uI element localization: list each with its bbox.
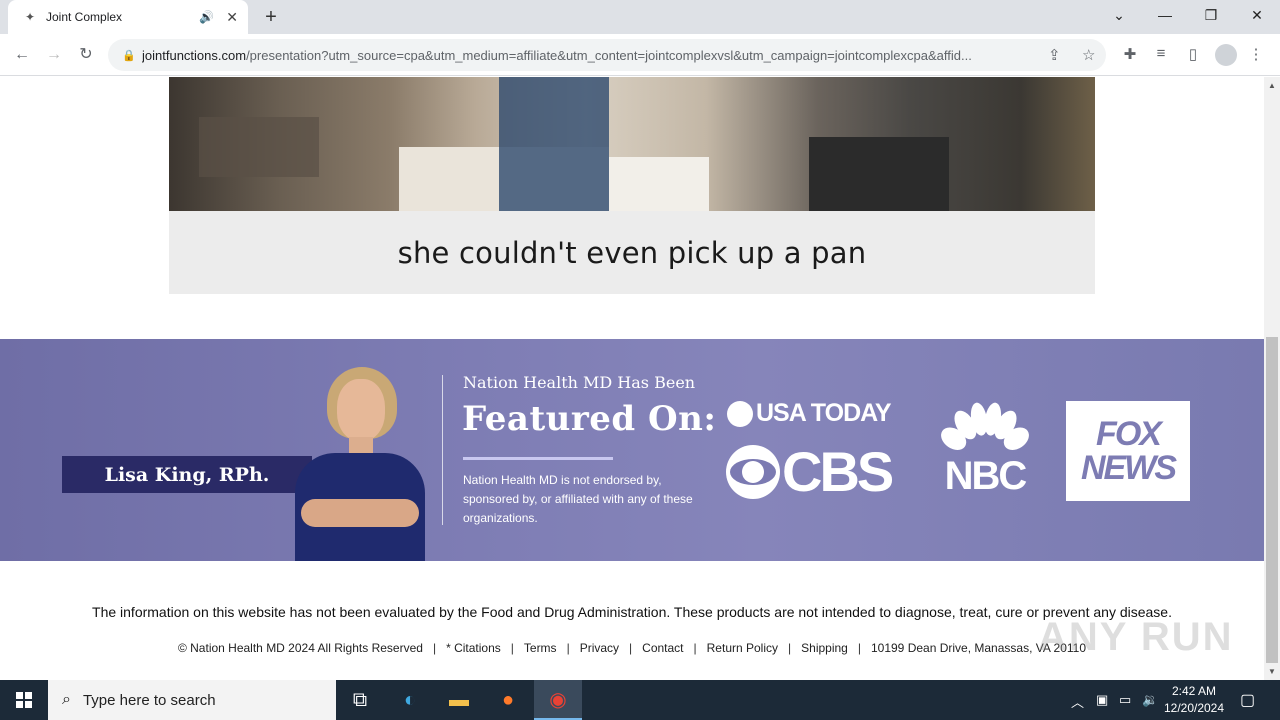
address-bar[interactable]: 🔒 jointfunctions.com/presentation?utm_so…: [108, 39, 1106, 71]
featured-pre-heading: Nation Health MD Has Been: [463, 373, 696, 392]
share-icon[interactable]: ⇪: [1048, 46, 1061, 64]
footer-link-terms[interactable]: Terms: [524, 641, 557, 655]
heading-underline: [463, 457, 613, 460]
edge-browser-icon[interactable]: ◐: [386, 680, 434, 720]
firefox-icon[interactable]: ●: [484, 680, 532, 720]
scene-shape: [609, 157, 709, 211]
footer-link-privacy[interactable]: Privacy: [580, 641, 619, 655]
featured-on-banner: Lisa King, RPh. Nation Health MD Has Bee…: [0, 339, 1264, 561]
footer-link-contact[interactable]: Contact: [642, 641, 683, 655]
scene-shape: [199, 117, 319, 177]
cbs-eye-icon: [726, 445, 780, 499]
task-view-icon[interactable]: ⧉: [336, 680, 384, 720]
start-button[interactable]: [0, 680, 48, 720]
back-arrow-icon[interactable]: ←: [10, 43, 34, 67]
side-panel-icon[interactable]: ▯: [1183, 45, 1203, 63]
forward-arrow-icon[interactable]: →: [42, 43, 66, 67]
separator: |: [693, 641, 697, 655]
minimize-button[interactable]: —: [1142, 0, 1188, 30]
separator: |: [432, 641, 437, 655]
video-caption-bar: she couldn't even pick up a pan: [169, 211, 1095, 294]
taskbar-search-box[interactable]: ⌕ Type here to search: [48, 680, 336, 720]
scene-shape: [809, 137, 949, 211]
tab-joint-complex[interactable]: ✦ Joint Complex 🔊 ✕: [8, 0, 248, 34]
search-icon: ⌕: [62, 691, 71, 708]
scrollbar-thumb[interactable]: [1266, 337, 1278, 663]
nbc-logo: NBC: [935, 399, 1035, 498]
cbs-logo: CBS: [726, 440, 894, 503]
copyright-text: © Nation Health MD 2024 All Rights Reser…: [177, 641, 423, 655]
scene-shape: [499, 77, 609, 211]
scroll-down-arrow-icon[interactable]: ▼: [1268, 667, 1276, 676]
clock-time: 2:42 AM: [1171, 684, 1217, 698]
photo-shape: [301, 499, 419, 527]
windows-logo-icon: [16, 692, 32, 708]
tab-search-icon[interactable]: ⌄: [1096, 0, 1142, 30]
file-explorer-icon[interactable]: ▬: [435, 680, 483, 720]
featured-heading: Featured On:: [462, 399, 717, 439]
name-plate: Lisa King, RPh.: [62, 456, 312, 493]
site-favicon-icon: ✦: [24, 10, 36, 24]
page-scrollbar[interactable]: ▲ ▼: [1264, 77, 1280, 680]
separator: |: [857, 641, 861, 655]
person-name: Lisa King, RPh.: [104, 463, 270, 486]
footer-link-return-policy[interactable]: Return Policy: [707, 641, 778, 655]
separator: |: [566, 641, 570, 655]
photo-shape: [337, 379, 385, 441]
footer-link-shipping[interactable]: Shipping: [801, 641, 848, 655]
usa-today-logo: USA TODAY: [727, 399, 892, 428]
restore-button[interactable]: ❐: [1188, 0, 1234, 30]
lock-icon[interactable]: 🔒: [122, 49, 136, 62]
scroll-up-arrow-icon[interactable]: ▲: [1268, 81, 1276, 90]
volume-icon[interactable]: 🔉: [1142, 692, 1158, 708]
page-viewport: she couldn't even pick up a pan Lisa Kin…: [0, 77, 1264, 680]
media-control-icon[interactable]: ≡: [1151, 45, 1171, 62]
endorsement-note: Nation Health MD is not endorsed by, spo…: [463, 473, 693, 525]
reload-icon[interactable]: ↻: [74, 43, 98, 67]
network-icon[interactable]: ▭: [1119, 692, 1131, 708]
nbc-wordmark: NBC: [944, 454, 1028, 498]
separator: |: [629, 641, 633, 655]
profile-avatar[interactable]: [1215, 44, 1237, 66]
cbs-wordmark: CBS: [782, 440, 894, 503]
clock-date: 12/20/2024: [1163, 701, 1225, 715]
vertical-divider: [442, 375, 443, 525]
usa-today-wordmark: USA TODAY: [756, 399, 892, 427]
anyrun-watermark: ANY RUN: [1038, 615, 1234, 659]
url-text[interactable]: jointfunctions.com/presentation?utm_sour…: [142, 48, 1042, 63]
video-caption: she couldn't even pick up a pan: [397, 235, 867, 270]
new-tab-button[interactable]: +: [258, 4, 284, 30]
system-clock[interactable]: 2:42 AM 12/20/2024: [1160, 683, 1228, 717]
fox-wordmark: FOX: [1096, 415, 1162, 453]
tray-overflow-chevron-icon[interactable]: ︿: [1071, 692, 1084, 711]
footer-link-citations[interactable]: * Citations: [446, 641, 501, 655]
news-wordmark: NEWS: [1081, 449, 1177, 487]
search-placeholder: Type here to search: [82, 691, 216, 709]
separator: |: [510, 641, 514, 655]
usa-today-dot-icon: [727, 400, 753, 427]
windows-taskbar: ⌕ Type here to search ⧉ ◐ ▬ ● ◉ ︿ ▣ ▭ 🔉 …: [0, 680, 1280, 720]
audio-playing-icon[interactable]: 🔊: [199, 10, 214, 24]
nbc-peacock-icon: [941, 402, 1029, 450]
chrome-icon[interactable]: ◉: [534, 680, 582, 720]
tray-device-icon[interactable]: ▣: [1096, 692, 1108, 708]
separator: |: [788, 641, 792, 655]
close-tab-icon[interactable]: ✕: [226, 9, 238, 26]
menu-kebab-icon[interactable]: ⋮: [1246, 45, 1266, 63]
pharmacist-photo: [287, 361, 437, 561]
notification-center-icon[interactable]: ▢: [1240, 690, 1255, 710]
video-frame: [169, 77, 1095, 211]
toolbar: ← → ↻ 🔒 jointfunctions.com/presentation?…: [0, 34, 1280, 76]
video-player[interactable]: she couldn't even pick up a pan: [169, 77, 1095, 294]
close-window-button[interactable]: ✕: [1234, 0, 1280, 30]
tab-strip: ✦ Joint Complex 🔊 ✕ + ⌄ — ❐ ✕: [0, 0, 1280, 34]
bookmark-star-icon[interactable]: ☆: [1082, 46, 1095, 64]
fox-news-logo: FOX NEWS: [1066, 401, 1190, 501]
extensions-puzzle-icon[interactable]: ✚: [1120, 45, 1140, 63]
tab-title: Joint Complex: [46, 10, 123, 24]
